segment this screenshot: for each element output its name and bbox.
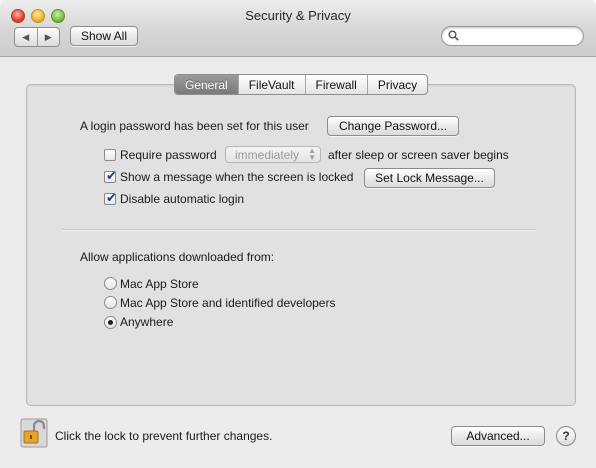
disable-auto-login-checkbox[interactable]: ✔ <box>104 190 117 205</box>
show-all-button[interactable]: Show All <box>70 26 138 46</box>
search-icon <box>448 30 459 41</box>
show-message-checkbox[interactable]: ✔ <box>104 168 117 183</box>
back-forward-control: ◀ ▶ <box>14 27 60 47</box>
show-message-label: Show a message when the screen is locked <box>120 170 354 184</box>
allow-apps-heading: Allow applications downloaded from: <box>80 250 275 264</box>
window-title: Security & Privacy <box>245 8 351 23</box>
tab-privacy[interactable]: Privacy <box>368 75 427 94</box>
tab-bar: General FileVault Firewall Privacy <box>174 74 429 95</box>
checkmark-icon: ✔ <box>106 168 117 183</box>
forward-arrow-icon[interactable]: ▶ <box>38 28 60 46</box>
back-arrow-icon[interactable]: ◀ <box>15 28 38 46</box>
require-password-checkbox[interactable] <box>104 149 116 161</box>
require-password-suffix: after sleep or screen saver begins <box>328 148 509 162</box>
search-input[interactable] <box>462 28 581 46</box>
help-button[interactable]: ? <box>556 426 576 446</box>
unlocked-padlock-icon[interactable] <box>20 418 48 448</box>
radio-anywhere-label: Anywhere <box>120 315 174 329</box>
require-password-delay-value: immediately <box>235 148 300 162</box>
tab-filevault[interactable]: FileVault <box>239 75 306 94</box>
popup-arrows-icon: ▲ ▼ <box>308 146 316 162</box>
radio-mac-app-store[interactable] <box>104 277 117 290</box>
set-lock-message-button[interactable]: Set Lock Message... <box>364 168 495 188</box>
login-password-text: A login password has been set for this u… <box>80 119 309 133</box>
search-field[interactable] <box>441 26 584 46</box>
radio-identified-developers[interactable] <box>104 296 117 309</box>
preferences-window: Security & Privacy ◀ ▶ Show All General … <box>0 0 596 468</box>
tab-firewall[interactable]: Firewall <box>306 75 368 94</box>
disable-auto-login-label: Disable automatic login <box>120 192 245 206</box>
change-password-button[interactable]: Change Password... <box>327 116 459 136</box>
tab-general[interactable]: General <box>175 75 239 94</box>
require-password-label: Require password <box>120 148 217 162</box>
title-bar: Security & Privacy ◀ ▶ Show All <box>0 0 596 57</box>
checkmark-icon: ✔ <box>106 190 117 205</box>
radio-mac-app-store-label: Mac App Store <box>120 277 199 291</box>
radio-anywhere[interactable] <box>104 316 117 329</box>
radio-selected-dot <box>108 320 113 325</box>
require-password-delay-popup[interactable]: immediately ▲ ▼ <box>225 146 321 163</box>
section-divider <box>62 229 536 231</box>
lock-status-text: Click the lock to prevent further change… <box>55 429 273 443</box>
advanced-button[interactable]: Advanced... <box>451 426 545 446</box>
radio-identified-developers-label: Mac App Store and identified developers <box>120 296 336 310</box>
